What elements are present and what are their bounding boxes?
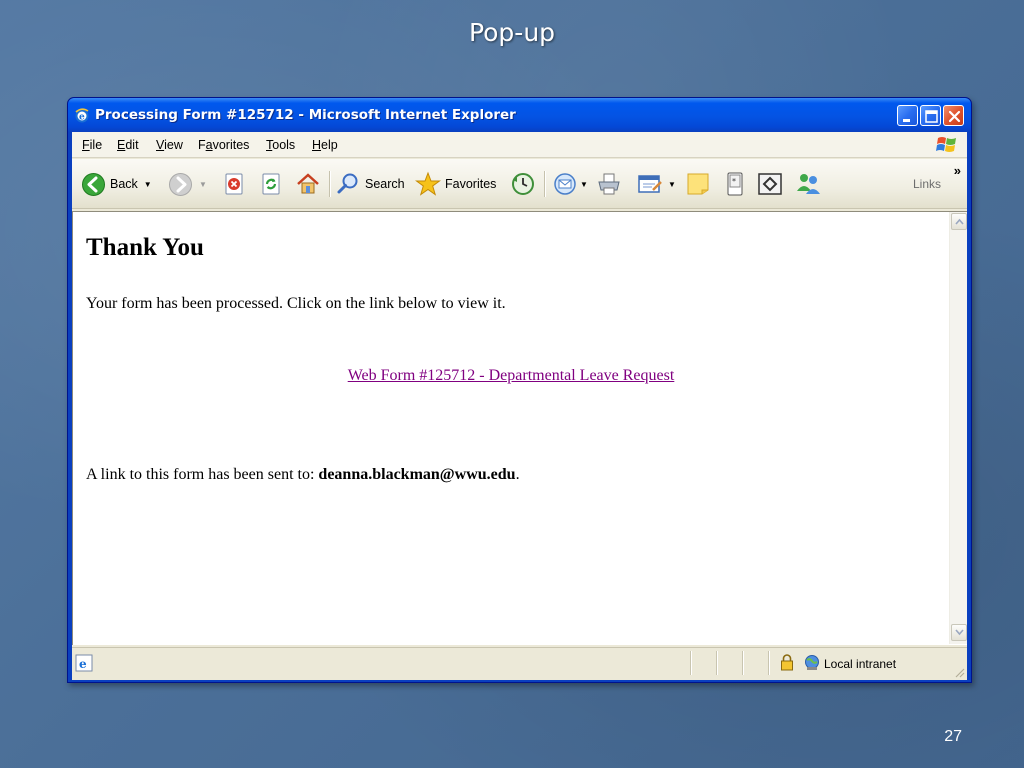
maximize-button[interactable] bbox=[920, 105, 941, 126]
toolbar-chevron-icon[interactable]: » bbox=[954, 163, 961, 178]
processed-message: Your form has been processed. Click on t… bbox=[86, 295, 506, 312]
svg-text:e: e bbox=[79, 657, 87, 671]
edit-button[interactable]: ▼ bbox=[636, 170, 676, 198]
search-button[interactable]: Search bbox=[335, 170, 405, 198]
edit-dropdown-icon[interactable]: ▼ bbox=[668, 180, 676, 189]
page-heading: Thank You bbox=[86, 234, 204, 261]
back-label: Back bbox=[110, 177, 138, 191]
titlebar[interactable]: e Processing Form #125712 - Microsoft In… bbox=[68, 98, 971, 132]
back-dropdown-icon[interactable]: ▼ bbox=[144, 180, 152, 189]
print-button[interactable] bbox=[596, 170, 622, 198]
intranet-globe-icon bbox=[805, 655, 819, 670]
refresh-icon bbox=[262, 173, 280, 195]
ie-window: e Processing Form #125712 - Microsoft In… bbox=[67, 97, 972, 683]
sent-notice: A link to this form has been sent to: de… bbox=[86, 466, 520, 484]
scroll-down-button[interactable] bbox=[951, 624, 967, 641]
sent-prefix: A link to this form has been sent to: bbox=[86, 466, 319, 483]
web-form-link[interactable]: Web Form #125712 - Departmental Leave Re… bbox=[73, 367, 949, 385]
edit-page-icon bbox=[638, 175, 662, 193]
lock-icon bbox=[781, 654, 793, 671]
maximize-icon bbox=[925, 110, 938, 123]
menu-view[interactable]: View bbox=[156, 138, 183, 152]
ie-icon: e bbox=[75, 108, 89, 123]
search-label: Search bbox=[365, 177, 405, 191]
menu-file[interactable]: File bbox=[82, 138, 102, 152]
standard-toolbar: Back ▼ ▼ Search Favorites ▼ ▼ * Links » bbox=[72, 159, 967, 209]
messenger-buddies-button[interactable] bbox=[794, 170, 822, 198]
minimize-button[interactable] bbox=[897, 105, 918, 126]
close-icon bbox=[948, 110, 961, 123]
forward-button[interactable]: ▼ bbox=[168, 170, 207, 198]
messenger-device-icon: * bbox=[727, 172, 743, 196]
mail-dropdown-icon[interactable]: ▼ bbox=[580, 180, 588, 189]
note-icon bbox=[687, 173, 709, 195]
research-button[interactable] bbox=[757, 170, 783, 198]
chevron-up-icon bbox=[955, 218, 964, 225]
close-button[interactable] bbox=[943, 105, 964, 126]
mail-button[interactable]: ▼ bbox=[552, 170, 588, 198]
chevron-down-icon bbox=[955, 629, 964, 636]
svg-text:*: * bbox=[732, 177, 736, 186]
print-icon bbox=[598, 173, 620, 195]
discuss-button[interactable] bbox=[686, 170, 710, 198]
mail-icon bbox=[554, 173, 576, 195]
page-status-ie-icon: e bbox=[75, 654, 93, 672]
slide-number: 27 bbox=[944, 728, 962, 745]
links-label[interactable]: Links bbox=[913, 177, 941, 191]
history-button[interactable] bbox=[510, 170, 536, 198]
vertical-scrollbar[interactable] bbox=[949, 212, 967, 644]
status-pane bbox=[742, 651, 768, 675]
sent-suffix: . bbox=[515, 466, 520, 483]
svg-text:e: e bbox=[79, 113, 85, 123]
recipient-email: deanna.blackman@wwu.edu bbox=[318, 466, 516, 483]
research-icon bbox=[758, 173, 782, 195]
favorites-label: Favorites bbox=[445, 177, 497, 191]
status-pane bbox=[716, 651, 742, 675]
minimize-icon bbox=[903, 119, 910, 122]
page-body: Thank You Your form has been processed. … bbox=[73, 212, 949, 644]
window-title: Processing Form #125712 - Microsoft Inte… bbox=[95, 107, 516, 123]
menu-help[interactable]: Help bbox=[312, 138, 338, 152]
back-button[interactable]: Back ▼ bbox=[81, 170, 152, 198]
messenger-people-icon bbox=[797, 174, 820, 194]
windows-logo-icon bbox=[936, 137, 956, 152]
messenger-button[interactable]: * bbox=[724, 170, 746, 198]
resize-grip-icon[interactable] bbox=[953, 666, 965, 678]
home-icon bbox=[297, 173, 319, 194]
favorites-star-icon bbox=[415, 171, 441, 196]
refresh-button[interactable] bbox=[259, 170, 283, 198]
favorites-button[interactable]: Favorites bbox=[415, 170, 496, 198]
stop-icon bbox=[225, 173, 243, 195]
back-arrow-icon bbox=[82, 172, 105, 196]
security-zone-label: Local intranet bbox=[824, 657, 897, 671]
menu-edit[interactable]: Edit bbox=[117, 138, 139, 152]
page-viewport: Thank You Your form has been processed. … bbox=[72, 211, 967, 645]
browser-client: File Edit View Favorites Tools Help Back bbox=[72, 132, 967, 680]
history-icon bbox=[512, 173, 534, 195]
scroll-up-button[interactable] bbox=[951, 213, 967, 230]
menu-tools[interactable]: Tools bbox=[266, 138, 295, 152]
home-button[interactable] bbox=[295, 170, 321, 198]
stop-button[interactable] bbox=[222, 170, 246, 198]
search-icon bbox=[337, 173, 358, 194]
status-bar: e Local intranet bbox=[72, 647, 967, 680]
forward-dropdown-icon[interactable]: ▼ bbox=[199, 180, 207, 189]
status-pane bbox=[690, 651, 716, 675]
menu-bar: File Edit View Favorites Tools Help bbox=[72, 132, 967, 158]
slide-title: Pop-up bbox=[468, 18, 556, 47]
menu-favorites[interactable]: Favorites bbox=[198, 138, 249, 152]
forward-arrow-icon bbox=[169, 172, 192, 196]
